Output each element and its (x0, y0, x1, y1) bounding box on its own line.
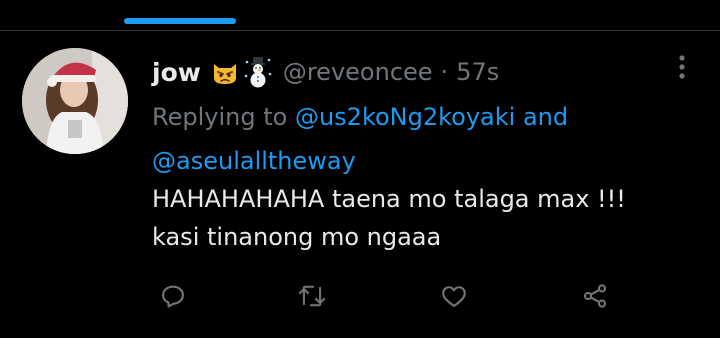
reply-conjunction[interactable]: and (523, 103, 568, 131)
retweet-button[interactable] (292, 276, 332, 316)
more-icon (679, 55, 685, 79)
reply-mention-link[interactable]: @aseulalltheway (152, 147, 356, 175)
name-emojis (211, 56, 273, 88)
share-icon (583, 284, 607, 308)
separator-dot: · (440, 58, 449, 86)
active-tab-indicator (124, 18, 236, 24)
reply-mention-link[interactable]: @us2koNg2koyaki (295, 103, 515, 131)
share-button[interactable] (575, 276, 615, 316)
replying-prefix: Replying to (152, 103, 288, 131)
avatar-photo (22, 48, 128, 154)
user-handle[interactable]: @reveoncee (283, 58, 433, 86)
tweet-text: HAHAHAHAHA taena mo talaga max !!! kasi … (152, 185, 626, 251)
replying-to-line: Replying to @us2koNg2koyaki and @aseulal… (152, 95, 692, 183)
top-divider (0, 30, 720, 31)
reply-button[interactable] (153, 276, 193, 316)
retweet-icon (298, 285, 326, 307)
display-name[interactable]: jow (152, 58, 201, 87)
timestamp[interactable]: 57s (456, 58, 499, 86)
tweet-header: jow @reveoncee · 57s (152, 54, 499, 90)
avatar[interactable] (22, 48, 128, 154)
more-options-button[interactable] (676, 54, 688, 82)
snowman-emoji-icon (244, 57, 272, 88)
like-icon (442, 286, 466, 307)
angry-cat-emoji-icon (213, 64, 236, 84)
reply-icon (162, 285, 184, 308)
like-button[interactable] (434, 276, 474, 316)
